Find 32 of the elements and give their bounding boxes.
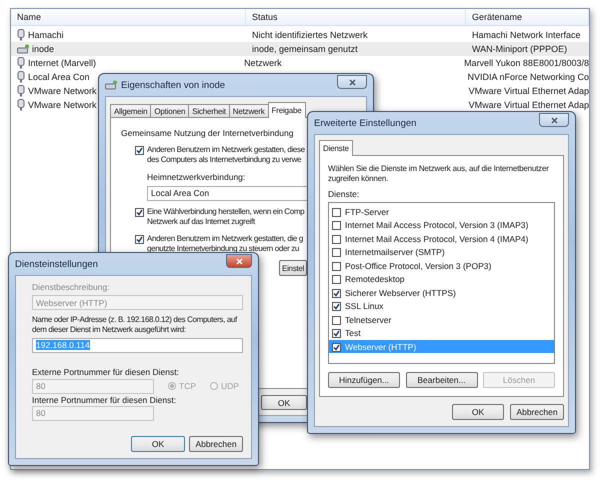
device-name: WAN-Miniport (PPPOE): [472, 44, 568, 54]
connection-status: Netzwerk: [244, 58, 282, 68]
option-text: des Computers als Internetverbindung zu verwe: [147, 155, 302, 166]
window-title: Diensteinstellungen: [15, 258, 99, 270]
connection-name: VMware Network: [28, 100, 98, 110]
device-name: Marvell Yukon 88E8001/8003/8: [464, 58, 589, 68]
list-label: Dienste:: [328, 188, 360, 200]
connection-name: Local Area Con: [28, 72, 91, 82]
description-text: Wählen Sie die Dienste im Netzwerk aus, auf die Internetbenutzer zugreifen können.: [328, 164, 550, 185]
connection-name: Internet (Marvell): [28, 58, 98, 68]
window-title: Erweiterte Einstellungen: [314, 118, 418, 128]
option-text: Anderen Benutzern im Netzwerk gestatten, die g: [147, 234, 303, 244]
connection-status: inode, gemeinsam genutzt: [252, 44, 358, 54]
window-title: Eigenschaften von inode: [121, 80, 226, 90]
field-label: Heimnetzwerkverbindung:: [147, 172, 246, 183]
option-text: Eine Wählverbindung herstellen, wenn ein Comp: [147, 206, 304, 218]
field-label: Externe Portnummer für diesen Dienst:: [32, 366, 180, 378]
option-text: Anderen Benutzern im Netzwerk gestatten, diese: [147, 145, 305, 156]
connection-name: VMware Network: [28, 86, 98, 96]
device-name: NVIDIA nForce Networking Co: [467, 72, 589, 82]
host-label: Name oder IP-Adresse (z. B. 192.168.0.12) des Computers, auf dem dieser Dienst im Netzwerk ausgeführt wird:: [32, 315, 238, 336]
option-text: Netzwerk auf das Internet zugreift: [147, 217, 256, 228]
group-label: Gemeinsame Nutzung der Internetverbindung: [121, 128, 294, 140]
option-text: genutzte Internetverbindung zu steuern oder zu: [147, 244, 300, 254]
device-name: VMware Virtual Ethernet Adap: [468, 100, 589, 110]
connection-name: inode: [32, 44, 56, 54]
device-name: Hamachi Network Interface: [472, 30, 581, 40]
field-label: Dienstbeschreibung:: [32, 282, 110, 294]
connection-status: Nicht identifiziertes Netzwerk: [252, 30, 368, 40]
connection-name: Hamachi: [28, 30, 65, 40]
field-label: Interne Portnummer für diesen Dienst:: [32, 394, 178, 406]
device-name: VMware Virtual Ethernet Adap: [468, 86, 589, 96]
